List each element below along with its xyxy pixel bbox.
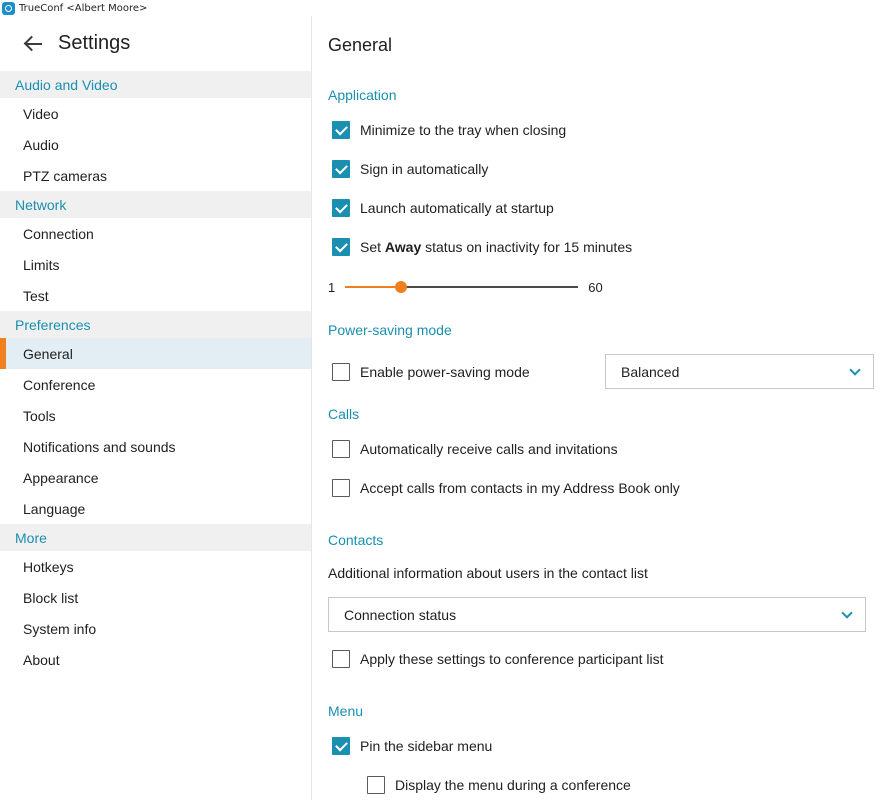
sidebar-header: Settings — [0, 16, 311, 71]
group-title-power-saving: Power-saving mode — [328, 322, 452, 338]
display-menu-conference-checkbox[interactable]: Display the menu during a conference — [367, 775, 631, 795]
slider-max-label: 60 — [588, 279, 603, 295]
inactivity-slider[interactable]: 1 60 — [328, 278, 608, 296]
group-title-contacts: Contacts — [328, 532, 384, 548]
checkbox-label: Display the menu during a conference — [395, 777, 631, 793]
window-title: TrueConf <Albert Moore> — [19, 2, 148, 14]
sidebar-item-language[interactable]: Language — [0, 493, 311, 524]
address-book-only-checkbox[interactable]: Accept calls from contacts in my Address… — [332, 478, 680, 498]
enable-power-saving-checkbox[interactable]: Enable power-saving mode — [332, 362, 530, 382]
sidebar-item-hotkeys[interactable]: Hotkeys — [0, 551, 311, 582]
slider-fill — [345, 286, 401, 288]
contact-info-value: Connection status — [344, 606, 457, 623]
group-title-application: Application — [328, 87, 397, 103]
sidebar-item-ptz-cameras[interactable]: PTZ cameras — [0, 160, 311, 191]
checkbox-label: Pin the sidebar menu — [360, 738, 493, 754]
slider-track[interactable] — [345, 281, 579, 293]
chevron-down-icon — [849, 364, 861, 376]
checkbox-checked-icon[interactable] — [332, 160, 350, 178]
launch-at-startup-checkbox[interactable]: Launch automatically at startup — [332, 198, 554, 218]
contact-info-select[interactable]: Connection status — [328, 597, 866, 632]
checkbox-unchecked-icon[interactable] — [332, 363, 350, 381]
checkbox-label: Minimize to the tray when closing — [360, 122, 567, 138]
checkbox-checked-icon[interactable] — [332, 238, 350, 256]
sidebar-item-video[interactable]: Video — [0, 98, 311, 129]
section-preferences: Preferences — [0, 311, 311, 338]
section-network: Network — [0, 191, 311, 218]
trueconf-logo-icon — [2, 1, 15, 15]
checkbox-checked-icon[interactable] — [332, 121, 350, 139]
sidebar-item-block-list[interactable]: Block list — [0, 582, 311, 613]
minimize-to-tray-checkbox[interactable]: Minimize to the tray when closing — [332, 120, 566, 140]
power-mode-value: Balanced — [621, 363, 680, 380]
sidebar-item-audio[interactable]: Audio — [0, 129, 311, 160]
sidebar-item-appearance[interactable]: Appearance — [0, 462, 311, 493]
checkbox-unchecked-icon[interactable] — [332, 479, 350, 497]
auto-receive-calls-checkbox[interactable]: Automatically receive calls and invitati… — [332, 439, 618, 459]
checkbox-label: Accept calls from contacts in my Address… — [360, 480, 680, 496]
checkbox-unchecked-icon[interactable] — [332, 440, 350, 458]
section-audio-video: Audio and Video — [0, 71, 311, 98]
sidebar-item-test[interactable]: Test — [0, 280, 311, 311]
away-status-checkbox[interactable]: Set Away status on inactivity for 15 min… — [332, 237, 632, 257]
contacts-description: Additional information about users in th… — [328, 565, 648, 581]
sidebar-title: Settings — [58, 32, 131, 54]
settings-main-panel: General Application Minimize to the tray… — [312, 16, 890, 800]
sidebar-item-limits[interactable]: Limits — [0, 249, 311, 280]
group-title-menu: Menu — [328, 703, 364, 719]
group-title-calls: Calls — [328, 406, 360, 422]
sidebar-item-system-info[interactable]: System info — [0, 613, 311, 644]
sidebar-item-about[interactable]: About — [0, 644, 311, 675]
checkbox-label: Sign in automatically — [360, 161, 489, 177]
sign-in-automatically-checkbox[interactable]: Sign in automatically — [332, 159, 488, 179]
pin-sidebar-checkbox[interactable]: Pin the sidebar menu — [332, 736, 492, 756]
slider-thumb[interactable] — [394, 281, 407, 293]
window-titlebar: TrueConf <Albert Moore> — [0, 0, 890, 16]
checkbox-label: Apply these settings to conference parti… — [360, 651, 664, 667]
checkbox-unchecked-icon[interactable] — [332, 650, 350, 668]
checkbox-checked-icon[interactable] — [332, 737, 350, 755]
chevron-down-icon — [841, 607, 853, 619]
back-arrow-icon[interactable] — [24, 36, 44, 52]
apply-to-conference-checkbox[interactable]: Apply these settings to conference parti… — [332, 649, 664, 669]
page-title: General — [328, 35, 393, 55]
sidebar-item-general[interactable]: General — [0, 338, 311, 369]
sidebar-item-conference[interactable]: Conference — [0, 369, 311, 400]
sidebar-item-tools[interactable]: Tools — [0, 400, 311, 431]
checkbox-label: Launch automatically at startup — [360, 200, 554, 216]
sidebar-item-notifications[interactable]: Notifications and sounds — [0, 431, 311, 462]
sidebar-item-connection[interactable]: Connection — [0, 218, 311, 249]
section-more: More — [0, 524, 311, 551]
checkbox-label: Set Away status on inactivity for 15 min… — [360, 239, 633, 255]
checkbox-checked-icon[interactable] — [332, 199, 350, 217]
checkbox-label: Enable power-saving mode — [360, 364, 530, 380]
power-mode-select[interactable]: Balanced — [605, 354, 874, 389]
settings-sidebar: Settings Audio and Video Video Audio PTZ… — [0, 16, 311, 800]
checkbox-unchecked-icon[interactable] — [367, 776, 385, 794]
slider-min-label: 1 — [328, 279, 336, 295]
checkbox-label: Automatically receive calls and invitati… — [360, 441, 618, 457]
